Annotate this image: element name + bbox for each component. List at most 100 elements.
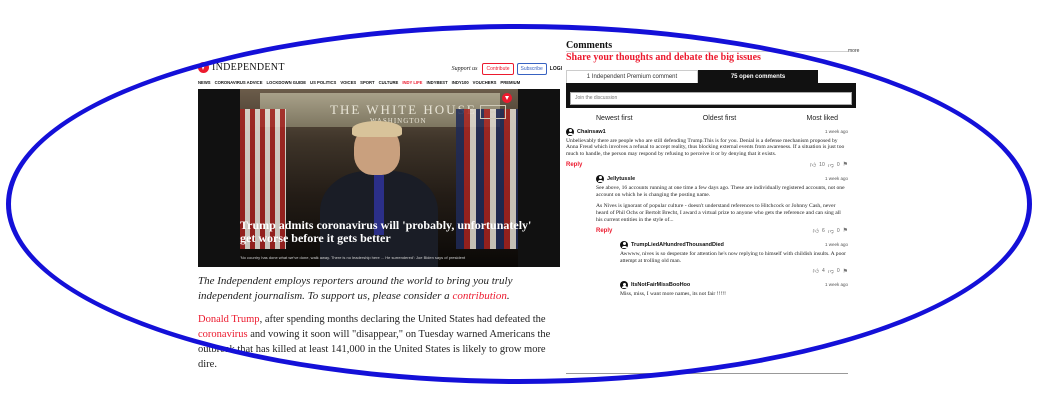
comment-username[interactable]: Jellytussle bbox=[607, 176, 635, 182]
nav-bar: NEWS CORONAVIRUS ADVICE LOCKDOWN GUIDE U… bbox=[198, 80, 560, 85]
comment-item: Jellytussle 1 week ago See above, 16 acc… bbox=[596, 174, 848, 235]
comment-header: Jellytussle bbox=[596, 174, 848, 183]
join-discussion-input[interactable] bbox=[570, 91, 852, 105]
video-caption: 'No country has done what we've done, wa… bbox=[240, 255, 466, 260]
nav-item-culture[interactable]: CULTURE bbox=[379, 80, 399, 85]
masthead-actions: Support us Contribute Subscribe LOGI bbox=[452, 63, 562, 75]
comment-text: Miss, miss, I want more names, its not f… bbox=[620, 291, 726, 298]
user-avatar-icon[interactable] bbox=[566, 127, 574, 136]
comment-username[interactable]: TrumpLiedAHundredThousandDied bbox=[631, 242, 724, 248]
like-count: 10 bbox=[819, 161, 825, 168]
nav-item-lockdown-guide[interactable]: LOCKDOWN GUIDE bbox=[267, 80, 307, 85]
logo[interactable]: INDEPENDENT bbox=[198, 62, 285, 73]
video-player[interactable]: THE WHITE HOUSE WASHINGTON WH Trump admi… bbox=[198, 89, 560, 267]
nav-item-sport[interactable]: SPORT bbox=[360, 80, 374, 85]
eagle-logo-icon bbox=[198, 62, 209, 73]
promo-end: . bbox=[506, 290, 510, 302]
join-discussion-box bbox=[566, 83, 856, 108]
nav-item-indy100[interactable]: INDY100 bbox=[452, 80, 469, 85]
comment-actions: 👍︎ 4 👎︎ 0 ⚑ bbox=[620, 267, 848, 275]
donald-trump-link[interactable]: Donald Trump bbox=[198, 314, 260, 325]
article-body: Donald Trump, after spending months decl… bbox=[198, 312, 560, 372]
sort-options: Newest first Oldest first Most liked bbox=[566, 115, 848, 122]
thumbs-up-icon[interactable]: 👍︎ bbox=[813, 227, 819, 235]
thumbs-down-icon[interactable]: 👎︎ bbox=[828, 227, 834, 235]
coronavirus-link[interactable]: coronavirus bbox=[198, 329, 248, 340]
nav-item-indy-life[interactable]: INDY LIFE bbox=[402, 80, 422, 85]
dislike-count: 0 bbox=[836, 161, 840, 168]
user-avatar-icon[interactable] bbox=[620, 240, 628, 249]
comment-tabs: 1 Independent Premium comment 75 open co… bbox=[566, 70, 818, 83]
comment-item: TrumpLiedAHundredThousandDied 1 week ago… bbox=[620, 240, 848, 275]
comment-time: 1 week ago bbox=[824, 175, 848, 181]
article-panel: INDEPENDENT Support us Contribute Subscr… bbox=[198, 62, 562, 372]
nav-item-voices[interactable]: VOICES bbox=[340, 80, 356, 85]
nav-item-premium[interactable]: PREMIUM bbox=[500, 80, 520, 85]
comment-time: 1 week ago bbox=[824, 282, 848, 288]
thumbs-up-icon[interactable]: 👍︎ bbox=[810, 161, 816, 169]
tab-open-comments[interactable]: 75 open comments bbox=[698, 70, 818, 83]
nav-item-news[interactable]: NEWS bbox=[198, 80, 211, 85]
comment-text: Awwww, nives is so desperate for attenti… bbox=[620, 250, 847, 264]
comment-text-continued: As Nives is ignorant of popular culture … bbox=[596, 203, 841, 224]
article-text-1: , after spending months declaring the Un… bbox=[259, 314, 546, 325]
comment-actions: Reply 👍︎ 6 👎︎ 0 ⚑ bbox=[596, 227, 848, 235]
comments-subtitle: Share your thoughts and debate the big i… bbox=[566, 52, 761, 63]
contribute-button[interactable]: Contribute bbox=[482, 63, 514, 75]
comments-bottom-divider bbox=[566, 373, 848, 374]
vote-controls: 👍︎ 4 👎︎ 0 ⚑ bbox=[813, 267, 848, 275]
dislike-count: 0 bbox=[836, 227, 840, 234]
comment-item: Chainsaw1 1 week ago Unbelievably there … bbox=[566, 127, 848, 169]
comment-username[interactable]: Chainsaw1 bbox=[577, 129, 606, 135]
flag-icon[interactable]: ⚑ bbox=[843, 161, 848, 168]
thumbs-down-icon[interactable]: 👎︎ bbox=[828, 161, 834, 169]
tab-premium-comments[interactable]: 1 Independent Premium comment bbox=[566, 70, 698, 83]
speaker-hair bbox=[352, 121, 402, 137]
comment-header: Chainsaw1 bbox=[566, 127, 848, 136]
sort-newest[interactable]: Newest first bbox=[596, 115, 633, 122]
contribution-link[interactable]: contribution bbox=[452, 290, 506, 302]
flag-icon[interactable]: ⚑ bbox=[843, 227, 848, 234]
comment-actions: Reply 👍︎ 10 👎︎ 0 ⚑ bbox=[566, 161, 848, 169]
nav-item-indybest[interactable]: INDYBEST bbox=[426, 80, 447, 85]
vote-controls: 👍︎ 6 👎︎ 0 ⚑ bbox=[813, 227, 848, 235]
article-text-2: and vowing it soon will "disappear," on … bbox=[198, 329, 551, 370]
dislike-count: 0 bbox=[836, 268, 840, 275]
subscribe-button[interactable]: Subscribe bbox=[516, 63, 547, 75]
comment-header: TrumpLiedAHundredThousandDied bbox=[620, 240, 848, 249]
like-count: 4 bbox=[821, 268, 825, 275]
comment-time: 1 week ago bbox=[824, 241, 848, 247]
video-badge-icon[interactable] bbox=[502, 93, 512, 103]
video-headline: Trump admits coronavirus will 'probably,… bbox=[240, 218, 532, 245]
comment-item: ItsNotFairMissBooHoo 1 week ago Miss, mi… bbox=[620, 281, 848, 298]
comment-text: Unbelievably there are people who are st… bbox=[566, 137, 845, 158]
vote-controls: 👍︎ 10 👎︎ 0 ⚑ bbox=[810, 161, 848, 169]
nav-item-coronavirus-advice[interactable]: CORONAVIRUS ADVICE bbox=[215, 80, 263, 85]
like-count: 6 bbox=[821, 227, 825, 234]
user-avatar-icon[interactable] bbox=[596, 174, 604, 183]
backdrop-text: THE WHITE HOUSE bbox=[330, 102, 477, 117]
login-link[interactable]: LOGI bbox=[550, 66, 562, 72]
reply-button[interactable]: Reply bbox=[596, 228, 612, 234]
sort-oldest[interactable]: Oldest first bbox=[703, 115, 736, 122]
comments-divider bbox=[566, 51, 848, 52]
thumbs-down-icon[interactable]: 👎︎ bbox=[828, 267, 834, 275]
comment-time: 1 week ago bbox=[824, 128, 848, 134]
thumbs-up-icon[interactable]: 👍︎ bbox=[813, 267, 819, 275]
masthead: INDEPENDENT Support us Contribute Subscr… bbox=[198, 62, 562, 76]
nav-item-vouchers[interactable]: VOUCHERS bbox=[473, 80, 497, 85]
reply-button[interactable]: Reply bbox=[566, 162, 582, 168]
comment-header: ItsNotFairMissBooHoo bbox=[620, 281, 848, 290]
brand-name: INDEPENDENT bbox=[212, 62, 285, 73]
nav-item-us-politics[interactable]: US POLITICS bbox=[310, 80, 336, 85]
comments-panel: Comments more Share your thoughts and de… bbox=[566, 40, 859, 298]
comment-username[interactable]: ItsNotFairMissBooHoo bbox=[631, 282, 690, 288]
comment-text: See above, 16 accounts running at one ti… bbox=[596, 184, 845, 198]
user-avatar-icon[interactable] bbox=[620, 281, 628, 290]
support-label: Support us bbox=[451, 66, 478, 72]
sort-most-liked[interactable]: Most liked bbox=[806, 115, 838, 122]
more-link[interactable]: more bbox=[848, 48, 859, 54]
comments-title: Comments bbox=[566, 40, 613, 51]
flag-icon[interactable]: ⚑ bbox=[843, 268, 848, 275]
white-house-seal-icon: WH bbox=[480, 105, 506, 119]
